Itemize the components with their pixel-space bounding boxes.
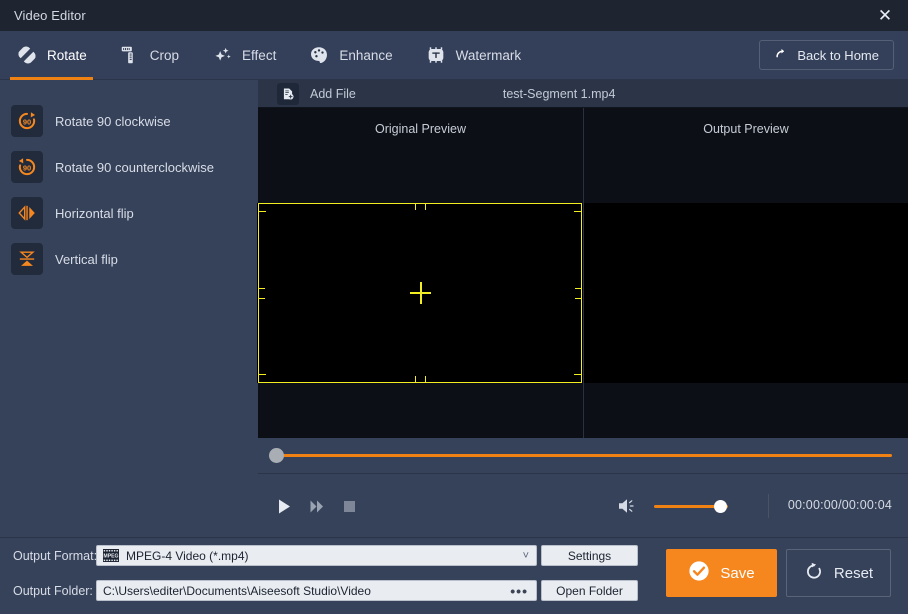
- reset-label: Reset: [833, 564, 874, 582]
- tab-effect[interactable]: Effect: [195, 31, 292, 80]
- svg-text:90: 90: [23, 117, 31, 126]
- sidebar-item-label: Rotate 90 clockwise: [55, 113, 171, 129]
- check-circle-icon: [688, 560, 710, 587]
- window-title: Video Editor: [14, 8, 86, 23]
- output-format-label: Output Format:: [13, 549, 98, 563]
- fast-forward-icon[interactable]: [309, 498, 325, 514]
- reset-button[interactable]: Reset: [786, 549, 891, 597]
- sidebar-item-rotate-90-counterclockwise[interactable]: 90 Rotate 90 counterclockwise: [0, 144, 258, 190]
- current-file-name: test-Segment 1.mp4: [502, 86, 616, 101]
- tab-enhance[interactable]: Enhance: [292, 31, 408, 80]
- svg-text:90: 90: [23, 163, 31, 172]
- back-to-home-button[interactable]: Back to Home: [759, 40, 894, 70]
- seek-slider[interactable]: [278, 454, 892, 457]
- watermark-icon: [425, 44, 447, 66]
- transport-controls: 00:00:00/00:00:04: [258, 474, 908, 537]
- rotate-cw-90-icon: 90: [11, 105, 43, 137]
- save-button[interactable]: Save: [666, 549, 777, 597]
- rotate-ccw-90-icon: 90: [11, 151, 43, 183]
- preview-panes: Original Preview Output Preview: [257, 108, 908, 438]
- output-format-value: MPEG-4 Video (*.mp4): [126, 548, 249, 563]
- transport-separator: [768, 494, 769, 518]
- stop-icon[interactable]: [341, 498, 357, 514]
- crop-icon: [119, 44, 141, 66]
- title-bar: Video Editor ✕: [0, 0, 908, 31]
- tab-label: Enhance: [339, 47, 393, 63]
- preview-region: Add File test-Segment 1.mp4 Original Pre…: [257, 80, 908, 537]
- reset-arrow-icon: [804, 561, 824, 586]
- tab-label: Rotate: [47, 47, 87, 63]
- tab-label: Crop: [149, 47, 180, 63]
- main-toolbar: Rotate Crop Effect Enhance Watermark Bac…: [0, 31, 908, 80]
- output-preview-pane: Output Preview: [583, 108, 908, 438]
- seek-thumb[interactable]: [269, 448, 284, 463]
- output-folder-label: Output Folder:: [13, 584, 93, 598]
- volume-icon[interactable]: [618, 497, 638, 515]
- volume-thumb[interactable]: [714, 500, 727, 513]
- output-preview-title: Output Preview: [703, 122, 789, 136]
- horizontal-flip-icon: [11, 197, 43, 229]
- seek-bar-row: [258, 438, 908, 473]
- original-video-surface[interactable]: [257, 203, 583, 383]
- settings-button[interactable]: Settings: [541, 545, 638, 566]
- effect-icon: [211, 44, 233, 66]
- close-icon[interactable]: ✕: [862, 0, 908, 31]
- play-icon[interactable]: [276, 498, 292, 514]
- sidebar-item-label: Rotate 90 counterclockwise: [55, 159, 214, 175]
- vertical-flip-icon: [11, 243, 43, 275]
- tab-watermark[interactable]: Watermark: [409, 31, 538, 80]
- tab-crop[interactable]: Crop: [103, 31, 195, 80]
- tab-label: Watermark: [455, 47, 522, 63]
- output-folder-value: C:\Users\editer\Documents\Aiseesoft Stud…: [103, 583, 371, 598]
- save-label: Save: [720, 564, 755, 582]
- browse-folder-button[interactable]: •••: [510, 583, 528, 599]
- rotate-icon: [16, 44, 38, 66]
- back-to-home-label: Back to Home: [797, 47, 879, 63]
- output-format-select[interactable]: MPEG MPEG-4 Video (*.mp4) ˅: [96, 545, 537, 566]
- file-bar: Add File test-Segment 1.mp4: [258, 80, 908, 108]
- add-file-icon[interactable]: [277, 82, 299, 105]
- sidebar-item-vertical-flip[interactable]: Vertical flip: [0, 236, 258, 282]
- output-video-surface[interactable]: [584, 203, 908, 383]
- rotate-options-sidebar: 90 Rotate 90 clockwise 90 Rotate 90 coun…: [0, 80, 258, 537]
- sidebar-item-label: Horizontal flip: [55, 205, 134, 221]
- sidebar-item-label: Vertical flip: [55, 251, 118, 267]
- chevron-down-icon[interactable]: ˅: [523, 550, 529, 562]
- video-editor-window: Video Editor ✕ Rotate Crop Effect Enhanc…: [0, 0, 908, 614]
- svg-text:MPEG: MPEG: [104, 554, 119, 560]
- time-code: 00:00:00/00:00:04: [787, 498, 892, 512]
- return-arrow-icon: [774, 46, 789, 64]
- add-file-label[interactable]: Add File: [310, 87, 356, 101]
- open-folder-button[interactable]: Open Folder: [541, 580, 638, 601]
- original-preview-pane: Original Preview: [257, 108, 583, 438]
- tab-label: Effect: [242, 47, 277, 63]
- original-preview-title: Original Preview: [374, 122, 466, 136]
- output-folder-input[interactable]: C:\Users\editer\Documents\Aiseesoft Stud…: [96, 580, 537, 601]
- enhance-icon: [308, 44, 330, 66]
- sidebar-item-rotate-90-clockwise[interactable]: 90 Rotate 90 clockwise: [0, 98, 258, 144]
- tab-rotate[interactable]: Rotate: [0, 31, 103, 80]
- sidebar-item-horizontal-flip[interactable]: Horizontal flip: [0, 190, 258, 236]
- mpeg4-icon: MPEG: [103, 549, 119, 563]
